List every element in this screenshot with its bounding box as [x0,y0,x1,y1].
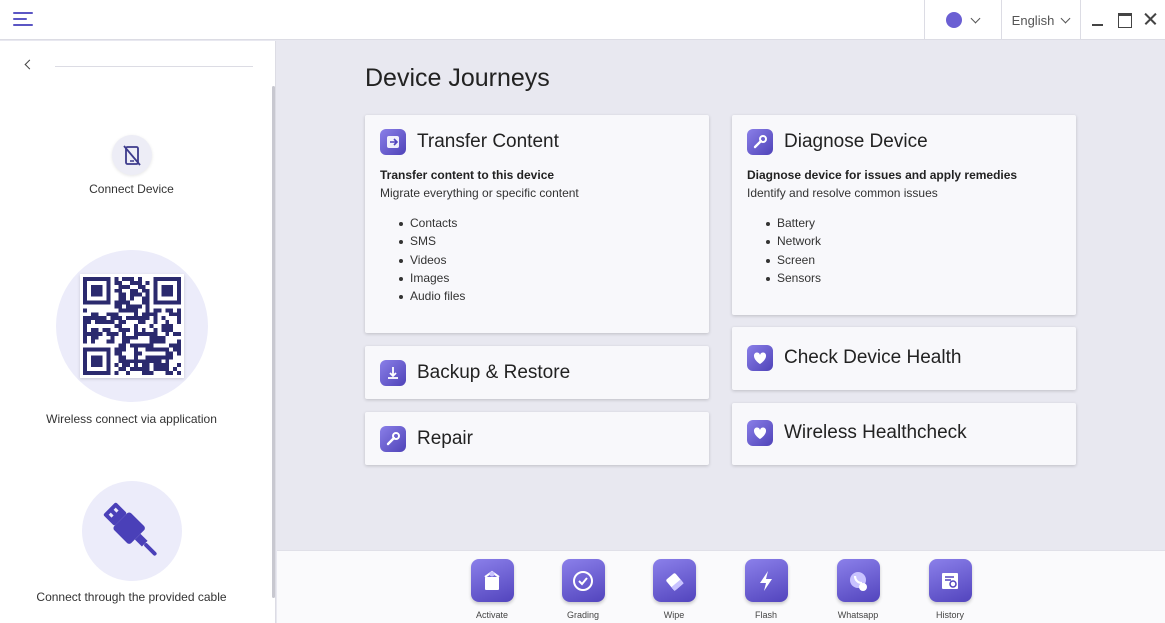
list-item: Contacts [398,216,465,234]
divider [1080,0,1081,40]
whatsapp-icon [836,559,880,602]
transfer-content-card[interactable]: Transfer Content Transfer content to thi… [365,115,709,333]
theme-selector[interactable] [924,0,1001,40]
backup-restore-card[interactable]: Backup & Restore [365,346,709,399]
list-item: Images [398,271,465,289]
connect-device-button[interactable]: Connect Device [0,135,263,196]
activate-label: Activate [475,610,508,620]
bottom-toolbar: Activate Grading Wipe Flash Whatsapp His… [277,550,1165,623]
card-title: Backup & Restore [417,362,571,383]
activate-icon [470,559,514,602]
flash-icon [744,559,788,602]
top-bar: English [0,0,1165,40]
wrench-icon [380,426,406,452]
card-title: Transfer Content [417,131,559,152]
repair-card[interactable]: Repair [365,412,709,465]
grading-icon [561,559,605,602]
grading-button[interactable]: Grading [553,559,613,620]
card-description: Identify and resolve common issues [747,186,938,200]
backup-icon [380,360,406,386]
wipe-label: Wipe [663,610,685,620]
card-title: Repair [417,428,473,449]
eraser-icon [652,559,696,602]
history-label: History [935,610,964,620]
flash-label: Flash [754,610,777,620]
card-title: Diagnose Device [784,131,928,152]
heart-icon [747,345,773,371]
card-subtitle: Transfer content to this device [380,168,555,182]
heart-icon [747,420,773,446]
grading-label: Grading [566,610,600,620]
qr-code [80,274,184,378]
connect-device-label: Connect Device [89,182,174,196]
list-item: SMS [398,234,465,252]
usb-cable-icon[interactable] [82,481,182,581]
minimize-button[interactable] [1090,10,1108,28]
check-device-health-card[interactable]: Check Device Health [732,327,1076,390]
sidebar-scrollbar[interactable] [272,86,275,598]
sidebar: Connect Device Wireless connect via appl… [0,41,276,623]
card-title: Check Device Health [784,347,962,368]
list-item: Audio files [398,289,465,307]
wipe-button[interactable]: Wipe [644,559,704,620]
wireless-healthcheck-card[interactable]: Wireless Healthcheck [732,403,1076,465]
flash-button[interactable]: Flash [736,559,796,620]
menu-icon[interactable] [13,12,33,26]
history-button[interactable]: History [920,559,980,620]
activate-button[interactable]: Activate [462,559,522,620]
transfer-icon [380,129,406,155]
back-button[interactable] [16,53,40,77]
chevron-down-icon [1060,13,1071,23]
whatsapp-button[interactable]: Whatsapp [828,559,888,620]
history-icon [928,559,972,602]
card-title: Wireless Healthcheck [784,422,967,443]
card-list: Battery Network Screen Sensors [765,216,821,289]
card-description: Migrate everything or specific content [380,186,579,200]
close-button[interactable] [1142,10,1160,28]
language-label: English [1011,12,1055,28]
list-item: Network [765,234,821,252]
theme-color-icon [946,12,962,28]
card-list: Contacts SMS Videos Images Audio files [398,216,465,307]
chevron-down-icon [970,13,981,23]
maximize-button[interactable] [1116,10,1134,28]
language-selector[interactable]: English [1001,0,1080,40]
page-title: Device Journeys [365,64,550,92]
divider [55,66,253,67]
list-item: Screen [765,253,821,271]
wrench-icon [747,129,773,155]
card-subtitle: Diagnose device for issues and apply rem… [747,168,1018,182]
qr-code-container [56,250,208,402]
phone-disconnected-icon [111,135,152,175]
list-item: Sensors [765,271,821,289]
list-item: Videos [398,253,465,271]
cable-connect-label: Connect through the provided cable [36,590,227,604]
diagnose-device-card[interactable]: Diagnose Device Diagnose device for issu… [732,115,1076,315]
whatsapp-label: Whatsapp [837,610,879,620]
list-item: Battery [765,216,821,234]
wireless-connect-label: Wireless connect via application [46,412,217,426]
